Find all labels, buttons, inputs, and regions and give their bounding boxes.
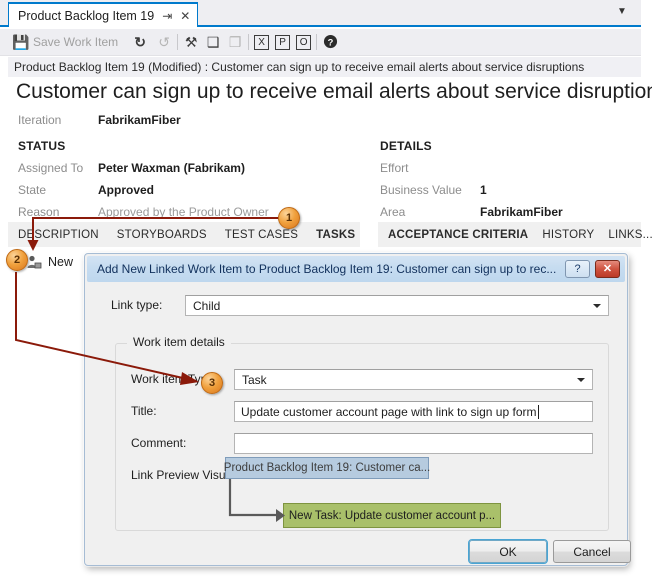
toolbar-separator-2 [248,34,250,50]
business-value-value[interactable]: 1 [480,183,487,197]
link-type-label: Link type: [111,298,163,312]
close-icon[interactable]: ✕ [180,10,190,22]
reason-value[interactable]: Approved by the Product Owner [98,205,269,219]
field-row-effort: Effort [380,161,640,183]
title-input[interactable]: Update customer account page with link t… [234,401,593,422]
refresh-icon[interactable]: ↻ [132,34,148,50]
work-item-status-strip: Product Backlog Item 19 (Modified) : Cus… [8,57,641,77]
copy-work-item-icon[interactable]: ❑ [205,34,221,50]
open-in-office-icon[interactable]: O [296,34,312,50]
chevron-down-icon [593,303,601,308]
link-to-existing-icon[interactable]: ⚒ [183,34,199,50]
reason-label: Reason [18,205,60,219]
work-item-tabs-left: DESCRIPTION STORYBOARDS TEST CASES TASKS [8,222,360,247]
details-heading: DETAILS [380,139,432,153]
cancel-button[interactable]: Cancel [553,540,631,563]
document-tab-label: Product Backlog Item 19 [18,8,155,23]
toolbar-separator-3 [316,34,318,50]
tab-history[interactable]: HISTORY [542,229,594,241]
link-type-value: Child [193,298,221,313]
work-item-type-row: Work item Type: [131,372,217,386]
toolbar-separator [177,34,179,50]
save-work-item-button[interactable]: 💾 Save Work Item [8,32,122,53]
comment-row: Comment: [131,436,186,450]
comment-label: Comment: [131,436,187,450]
title-input-value: Update customer account page with link t… [241,404,537,419]
help-icon[interactable]: ? [322,34,338,50]
iteration-value[interactable]: FabrikamFiber [98,113,181,127]
work-item-type-select[interactable]: Task [234,369,593,390]
document-tab-product-backlog-item-19[interactable]: Product Backlog Item 19 ⇥ ✕ [8,2,199,27]
floppy-disk-icon: 💾 [12,34,30,50]
state-value[interactable]: Approved [98,183,154,197]
area-label: Area [380,205,406,219]
status-section: STATUS Assigned To Peter Waxman (Fabrika… [18,139,348,227]
pin-icon[interactable]: ⇥ [162,10,172,22]
effort-label: Effort [380,161,409,175]
tab-description[interactable]: DESCRIPTION [18,229,99,241]
svg-text:?: ? [327,37,333,47]
work-item-toolbar: 💾 Save Work Item ↻ ↺ ⚒ ❑ ❒ X P O ? [0,29,641,56]
work-item-window: Product Backlog Item 19 ⇥ ✕ ▼ 💾 Save Wor… [0,0,652,280]
ok-button[interactable]: OK [468,539,548,564]
work-item-details-legend: Work item details [127,335,231,349]
state-label: State [18,183,47,197]
link-type-row: Link type: [111,298,173,312]
field-row-state: State Approved [18,183,348,205]
work-item-tabs-right: ACCEPTANCE CRITERIA HISTORY LINKS... [378,222,652,247]
dialog-close-button[interactable]: ✕ [595,260,620,278]
open-in-excel-icon[interactable]: X [254,34,270,50]
dialog-footer: OK Cancel [87,539,631,564]
add-new-linked-work-item-dialog: Add New Linked Work Item to Product Back… [84,253,631,566]
tab-storyboards[interactable]: STORYBOARDS [117,229,207,241]
undo-icon[interactable]: ↺ [156,34,172,50]
area-value[interactable]: FabrikamFiber [480,205,563,219]
iteration-label: Iteration [18,113,62,127]
iteration-row: Iteration FabrikamFiber [18,113,181,127]
save-work-item-label: Save Work Item [33,35,119,49]
tab-tasks[interactable]: TASKS [316,229,355,241]
chevron-down-icon [577,377,585,382]
dialog-titlebar[interactable]: Add New Linked Work Item to Product Back… [87,256,625,282]
create-copy-icon[interactable]: ❒ [227,34,243,50]
work-item-type-value: Task [242,372,267,387]
title-label: Title: [131,404,157,418]
dialog-body: Link type: Child Work item details Work … [87,282,631,564]
work-item-type-label: Work item Type: [131,372,218,386]
new-linked-work-item-icon[interactable] [26,255,42,270]
new-button-label[interactable]: New [48,255,73,269]
assigned-to-value[interactable]: Peter Waxman (Fabrikam) [98,161,245,175]
text-caret [537,404,539,419]
dialog-help-button[interactable]: ? [565,260,590,278]
tab-links[interactable]: LINKS... [608,229,652,241]
assigned-to-label: Assigned To [18,161,84,175]
details-section: DETAILS Effort Business Value 1 Area Fab… [380,139,640,227]
document-tab-strip: Product Backlog Item 19 ⇥ ✕ ▼ [0,0,641,27]
preview-connector-arrow [228,479,285,522]
chevron-down-icon[interactable]: ▼ [615,5,629,19]
status-heading: STATUS [18,139,66,153]
field-row-assigned-to: Assigned To Peter Waxman (Fabrikam) [18,161,348,183]
tab-acceptance-criteria[interactable]: ACCEPTANCE CRITERIA [388,229,528,241]
field-row-business-value: Business Value 1 [380,183,640,205]
tab-test-cases[interactable]: TEST CASES [225,229,298,241]
title-row: Title: [131,404,157,418]
dialog-title: Add New Linked Work Item to Product Back… [97,262,557,276]
page-title: Customer can sign up to receive email al… [16,80,652,103]
open-in-project-icon[interactable]: P [275,34,291,50]
business-value-label: Business Value [380,183,462,197]
link-type-select[interactable]: Child [185,295,609,316]
comment-input[interactable] [234,433,593,454]
